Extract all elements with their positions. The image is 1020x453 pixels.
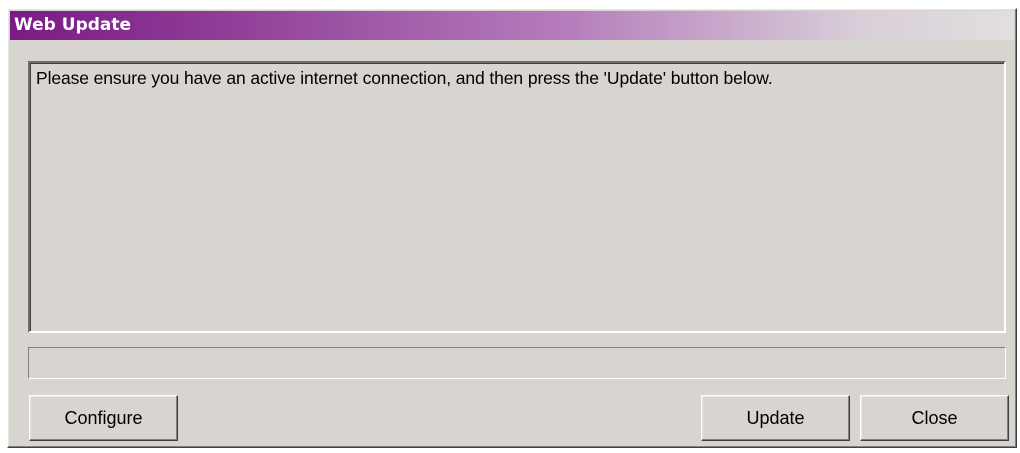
close-button[interactable]: Close (860, 395, 1009, 441)
progress-bar (28, 347, 1006, 379)
configure-button[interactable]: Configure (29, 395, 178, 441)
window-title: Web Update (14, 15, 132, 35)
message-panel: Please ensure you have an active interne… (28, 61, 1006, 333)
web-update-dialog: Web Update Please ensure you have an act… (7, 8, 1017, 448)
update-button[interactable]: Update (701, 395, 850, 441)
instruction-text: Please ensure you have an active interne… (36, 68, 773, 88)
title-bar[interactable]: Web Update (10, 11, 1014, 40)
